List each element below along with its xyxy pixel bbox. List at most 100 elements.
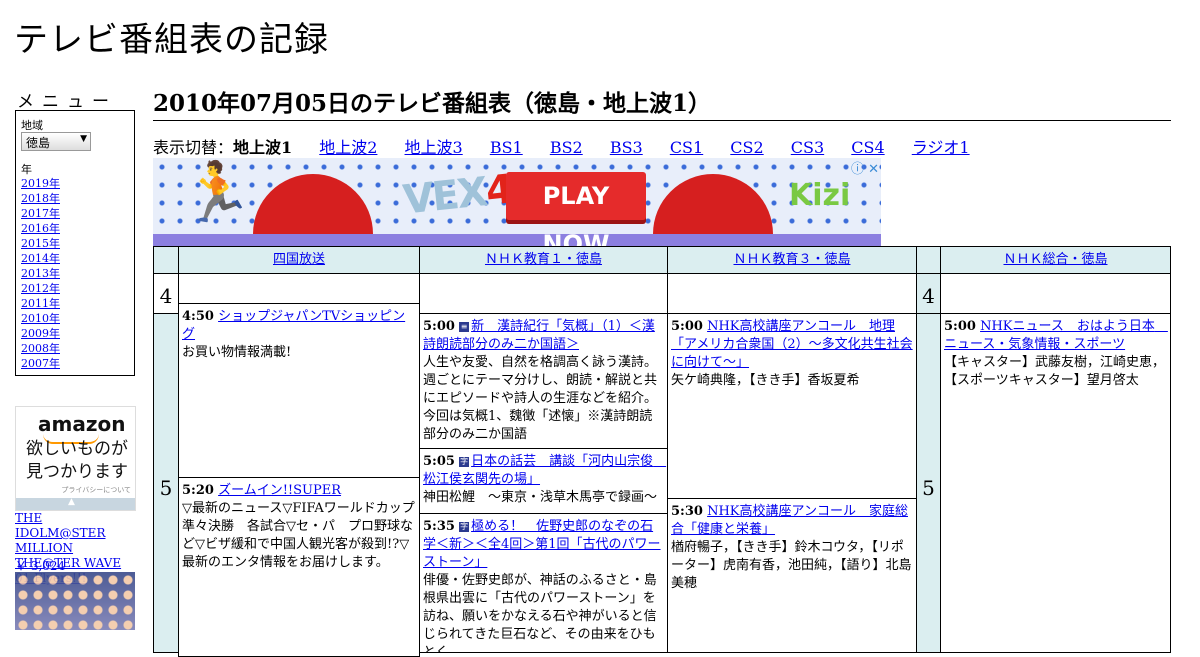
year-label: 年	[21, 163, 32, 176]
year-link-2012[interactable]: 2012年	[21, 282, 60, 295]
program-time: 5:00	[671, 319, 703, 334]
chevron-down-icon: ▼	[80, 134, 87, 144]
program-title-link[interactable]: NHK高校講座アンコール 地理「アメリカ合衆国（2）～多文化共生社会に向けて～」	[671, 319, 913, 370]
tv-schedule-grid: 四国放送 ＮＨＫ教育１・徳島 ＮＨＫ教育３・徳島 ＮＨＫ総合・徳島 4 4 5 …	[153, 246, 1171, 657]
channel-header-sogo: ＮＨＫ総合・徳島	[940, 246, 1171, 274]
channel-header-shikoku: 四国放送	[178, 246, 420, 274]
channel-link-edu1[interactable]: ＮＨＫ教育１・徳島	[485, 252, 602, 267]
channel-link-shikoku[interactable]: 四国放送	[273, 252, 325, 267]
year-link-2018[interactable]: 2018年	[21, 192, 60, 205]
program-description: 俳優・佐野史郎が、神話のふるさと・島根県出雲に「古代のパワーストーン」を訪ね、願…	[423, 573, 657, 653]
amazon-ad-message-line1: 欲しいものが	[26, 439, 128, 459]
corner-header	[916, 246, 941, 274]
hour-label: 5	[159, 476, 173, 500]
hour-label: 4	[159, 284, 173, 308]
amazon-privacy-link[interactable]: プライバシーについて	[61, 485, 131, 495]
channel-header-edu1: ＮＨＫ教育１・徳島	[419, 246, 668, 274]
program-cell: 5:00 NHK高校講座アンコール 地理「アメリカ合衆国（2）～多文化共生社会に…	[667, 313, 917, 499]
program-time: 4:50	[182, 309, 214, 324]
banner-decoration	[253, 174, 373, 234]
menu-box: 地域 徳島 ▼ 年 2019年 2018年 2017年 2016年 2015年 …	[15, 110, 135, 376]
program-title-link[interactable]: NHKニュース おはよう日本 ニュース・気象情報・スポーツ	[944, 319, 1168, 352]
hour-cell-5: 5	[153, 313, 179, 653]
game-logo: VEX4	[401, 166, 514, 223]
program-cell: 5:20 ズームイン!!SUPER ▽最新のニュース▽FIFAワールドカップ準々…	[178, 477, 420, 657]
switcher-link-bs3[interactable]: BS3	[610, 138, 643, 157]
switcher-link-cs4[interactable]: CS4	[851, 138, 884, 157]
adchoices-icon[interactable]: ⓘ ✕	[851, 158, 879, 177]
switcher-link-cs1[interactable]: CS1	[670, 138, 703, 157]
switcher-link-chijo3[interactable]: 地上波3	[405, 138, 463, 157]
switcher-link-cs3[interactable]: CS3	[791, 138, 824, 157]
game-banner-ad[interactable]: 🏃 VEX4 PLAY NOW Kizi ⓘ ✕	[153, 158, 881, 246]
program-cell: 5:35 字極める！ 佐野史郎のなぞの石学＜新＞＜全4回＞第1回「古代のパワース…	[419, 513, 668, 653]
program-description: 【キャスター】武藤友樹，江崎史恵，【スポーツキャスター】望月啓太	[944, 355, 1166, 388]
channel-header-edu3: ＮＨＫ教育３・徳島	[667, 246, 917, 274]
empty-slot	[419, 273, 668, 314]
year-list: 2019年 2018年 2017年 2016年 2015年 2014年 2013…	[21, 176, 60, 371]
menu-title: メニュー	[17, 92, 117, 112]
year-link-2007[interactable]: 2007年	[21, 357, 60, 370]
switcher-link-radio1[interactable]: ラジオ1	[912, 138, 970, 157]
program-description: 神田松鯉 ～東京・浅草木馬亭で録画～	[423, 490, 658, 505]
subtitle-icon: 字	[459, 457, 470, 467]
site-title[interactable]: テレビ番組表の記録	[14, 12, 329, 61]
program-time: 5:05	[423, 454, 455, 469]
year-link-2016[interactable]: 2016年	[21, 222, 60, 235]
hour-cell-4-right: 4	[916, 273, 941, 314]
program-title-link[interactable]: ズームイン!!SUPER	[218, 483, 341, 498]
region-select[interactable]: 徳島 ▼	[21, 132, 91, 151]
program-title-link[interactable]: ショップジャパンTVショッピング	[182, 309, 405, 342]
runner-icon: 🏃	[181, 158, 254, 226]
program-title-link[interactable]: 新 漢詩紀行「気概」（1）＜漢詩朗読部分のみ二か国語＞	[423, 319, 655, 352]
hour-label: 5	[922, 476, 935, 500]
year-link-2017[interactable]: 2017年	[21, 207, 60, 220]
subtitle-icon: ≡	[459, 322, 470, 332]
year-link-2015[interactable]: 2015年	[21, 237, 60, 250]
amazon-ad[interactable]: amazon 欲しいものが 見つかります プライバシーについて	[15, 406, 136, 511]
year-link-2013[interactable]: 2013年	[21, 267, 60, 280]
product-image[interactable]	[15, 572, 135, 630]
empty-slot	[940, 273, 1171, 314]
switcher-link-bs1[interactable]: BS1	[490, 138, 523, 157]
amazon-logo: amazon	[38, 412, 126, 436]
program-time: 5:20	[182, 483, 214, 498]
program-time: 5:00	[944, 319, 976, 334]
subtitle-icon: 字	[459, 522, 470, 532]
program-title-link[interactable]: NHK高校講座アンコール 家庭総合「健康と栄養」	[671, 504, 908, 537]
year-link-2019[interactable]: 2019年	[21, 177, 60, 190]
page-title: 2010年07月05日のテレビ番組表（徳島・地上波1）	[153, 84, 1171, 121]
banner-floor	[153, 234, 881, 246]
switcher-link-chijo2[interactable]: 地上波2	[319, 138, 377, 157]
channel-link-edu3[interactable]: ＮＨＫ教育３・徳島	[733, 252, 850, 267]
empty-slot	[178, 273, 420, 304]
play-now-button[interactable]: PLAY NOW	[506, 172, 646, 246]
year-link-2009[interactable]: 2009年	[21, 327, 60, 340]
switcher-label: 表示切替：	[153, 138, 234, 157]
switcher-link-cs2[interactable]: CS2	[730, 138, 763, 157]
hour-label: 4	[922, 284, 935, 308]
program-time: 5:35	[423, 519, 455, 534]
game-logo-text: VEX	[400, 169, 489, 224]
switcher-current: 地上波1	[233, 138, 293, 157]
program-description: お買い物情報満載!	[182, 345, 292, 360]
program-cell: 5:05 字日本の話芸 講談「河内山宗俊 松江侯玄関先の場」 神田松鯉 ～東京・…	[419, 448, 668, 514]
year-link-2014[interactable]: 2014年	[21, 252, 60, 265]
amazon-ad-expand-bar[interactable]	[16, 497, 135, 510]
program-cell: 5:00 ≡ 新 漢詩紀行「気概」（1）＜漢詩朗読部分のみ二か国語＞ 人生や友愛、…	[419, 313, 668, 449]
switcher-link-bs2[interactable]: BS2	[550, 138, 583, 157]
program-description: 人生や友愛、自然を格調高く詠う漢詩。週ごとにテーマ分けし、朗読・解説と共にエピソ…	[423, 355, 658, 442]
year-link-2010[interactable]: 2010年	[21, 312, 60, 325]
hour-cell-4: 4	[153, 273, 179, 314]
year-link-2008[interactable]: 2008年	[21, 342, 60, 355]
hour-cell-5-right: 5	[916, 313, 941, 653]
channel-link-sogo[interactable]: ＮＨＫ総合・徳島	[1003, 252, 1107, 267]
program-description: 矢ケ崎典隆，【きき手】香坂夏希	[671, 373, 860, 388]
program-time: 5:30	[671, 504, 703, 519]
corner-header	[153, 246, 179, 274]
region-label: 地域	[21, 119, 43, 132]
channel-switcher: 表示切替：地上波1 地上波2 地上波3 BS1 BS2 BS3 CS1 CS2 …	[153, 134, 970, 158]
program-description: ▽最新のニュース▽FIFAワールドカップ準々決勝 各試合▽セ・パ プロ野球など▽…	[182, 501, 415, 570]
year-link-2011[interactable]: 2011年	[21, 297, 60, 310]
amazon-ad-message-line2: 見つかります	[26, 462, 128, 482]
